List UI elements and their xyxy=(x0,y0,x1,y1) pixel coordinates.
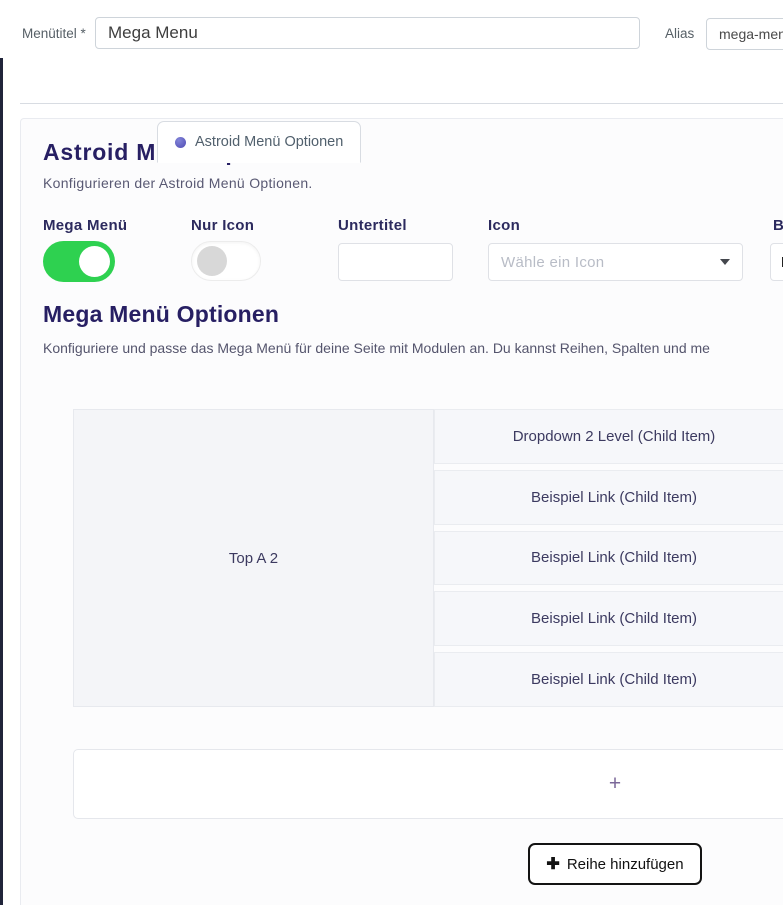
tab-bar: Details Linktyp Astroid Menü Optionen Ba… xyxy=(0,58,783,104)
astroid-dot-icon xyxy=(175,137,186,148)
add-column-dropzone[interactable]: + xyxy=(73,749,783,819)
alias-input[interactable] xyxy=(706,18,783,50)
section-subtitle-mega-menu: Konfiguriere und passe das Mega Menü für… xyxy=(43,340,710,356)
toggle-knob xyxy=(197,246,227,276)
icon-select[interactable]: Wähle ein Icon xyxy=(488,243,743,281)
nur-icon-toggle[interactable] xyxy=(191,241,261,281)
alias-label: Alias xyxy=(665,26,694,41)
tab-bar-underline xyxy=(20,103,783,104)
mega-menu-builder: Top A 2 Dropdown 2 Level (Child Item) Be… xyxy=(73,409,783,885)
plus-icon: ✚ xyxy=(546,854,559,874)
child-item-cell[interactable]: Beispiel Link (Child Item) xyxy=(434,652,783,707)
nur-icon-label: Nur Icon xyxy=(191,217,254,234)
mega-menu-toggle[interactable] xyxy=(43,241,115,282)
options-field-row: Mega Menü Nur Icon Untertitel Icon Wähle… xyxy=(43,217,783,287)
window-left-edge xyxy=(0,0,3,905)
chevron-down-icon xyxy=(720,259,730,265)
icon-select-placeholder: Wähle ein Icon xyxy=(501,254,604,271)
title-alias-bar: Menütitel * Alias xyxy=(0,0,783,58)
parent-menu-cell[interactable]: Top A 2 xyxy=(73,409,434,707)
tab-astroid-label: Astroid Menü Optionen xyxy=(195,134,343,150)
menu-title-input[interactable] xyxy=(95,17,640,49)
badge-field-partial[interactable]: K xyxy=(770,243,783,281)
astroid-options-panel: Astroid Menü Optionen Konfigurieren der … xyxy=(20,118,783,905)
child-item-cell[interactable]: Beispiel Link (Child Item) xyxy=(434,470,783,525)
child-item-cell[interactable]: Beispiel Link (Child Item) xyxy=(434,531,783,586)
mega-menu-label: Mega Menü xyxy=(43,217,127,234)
add-row-button-label: Reihe hinzufügen xyxy=(567,856,684,873)
badge-label-partial: B xyxy=(773,217,783,234)
section-subtitle-astroid: Konfigurieren der Astroid Menü Optionen. xyxy=(43,175,313,191)
plus-icon: + xyxy=(609,772,621,796)
add-row-button[interactable]: ✚ Reihe hinzufügen xyxy=(528,843,701,885)
mega-menu-row: Top A 2 Dropdown 2 Level (Child Item) Be… xyxy=(73,409,783,707)
icon-label: Icon xyxy=(488,217,520,234)
untertitel-label: Untertitel xyxy=(338,217,407,234)
section-title-mega-menu: Mega Menü Optionen xyxy=(43,301,279,328)
child-item-cell[interactable]: Dropdown 2 Level (Child Item) xyxy=(434,409,783,464)
untertitel-input[interactable] xyxy=(338,243,453,281)
menu-title-label: Menütitel * xyxy=(22,26,86,41)
tab-astroid-menu-options[interactable]: Astroid Menü Optionen xyxy=(157,121,361,163)
child-item-cell[interactable]: Beispiel Link (Child Item) xyxy=(434,591,783,646)
child-items-column: Dropdown 2 Level (Child Item) Beispiel L… xyxy=(434,409,783,707)
toggle-knob xyxy=(79,246,110,277)
